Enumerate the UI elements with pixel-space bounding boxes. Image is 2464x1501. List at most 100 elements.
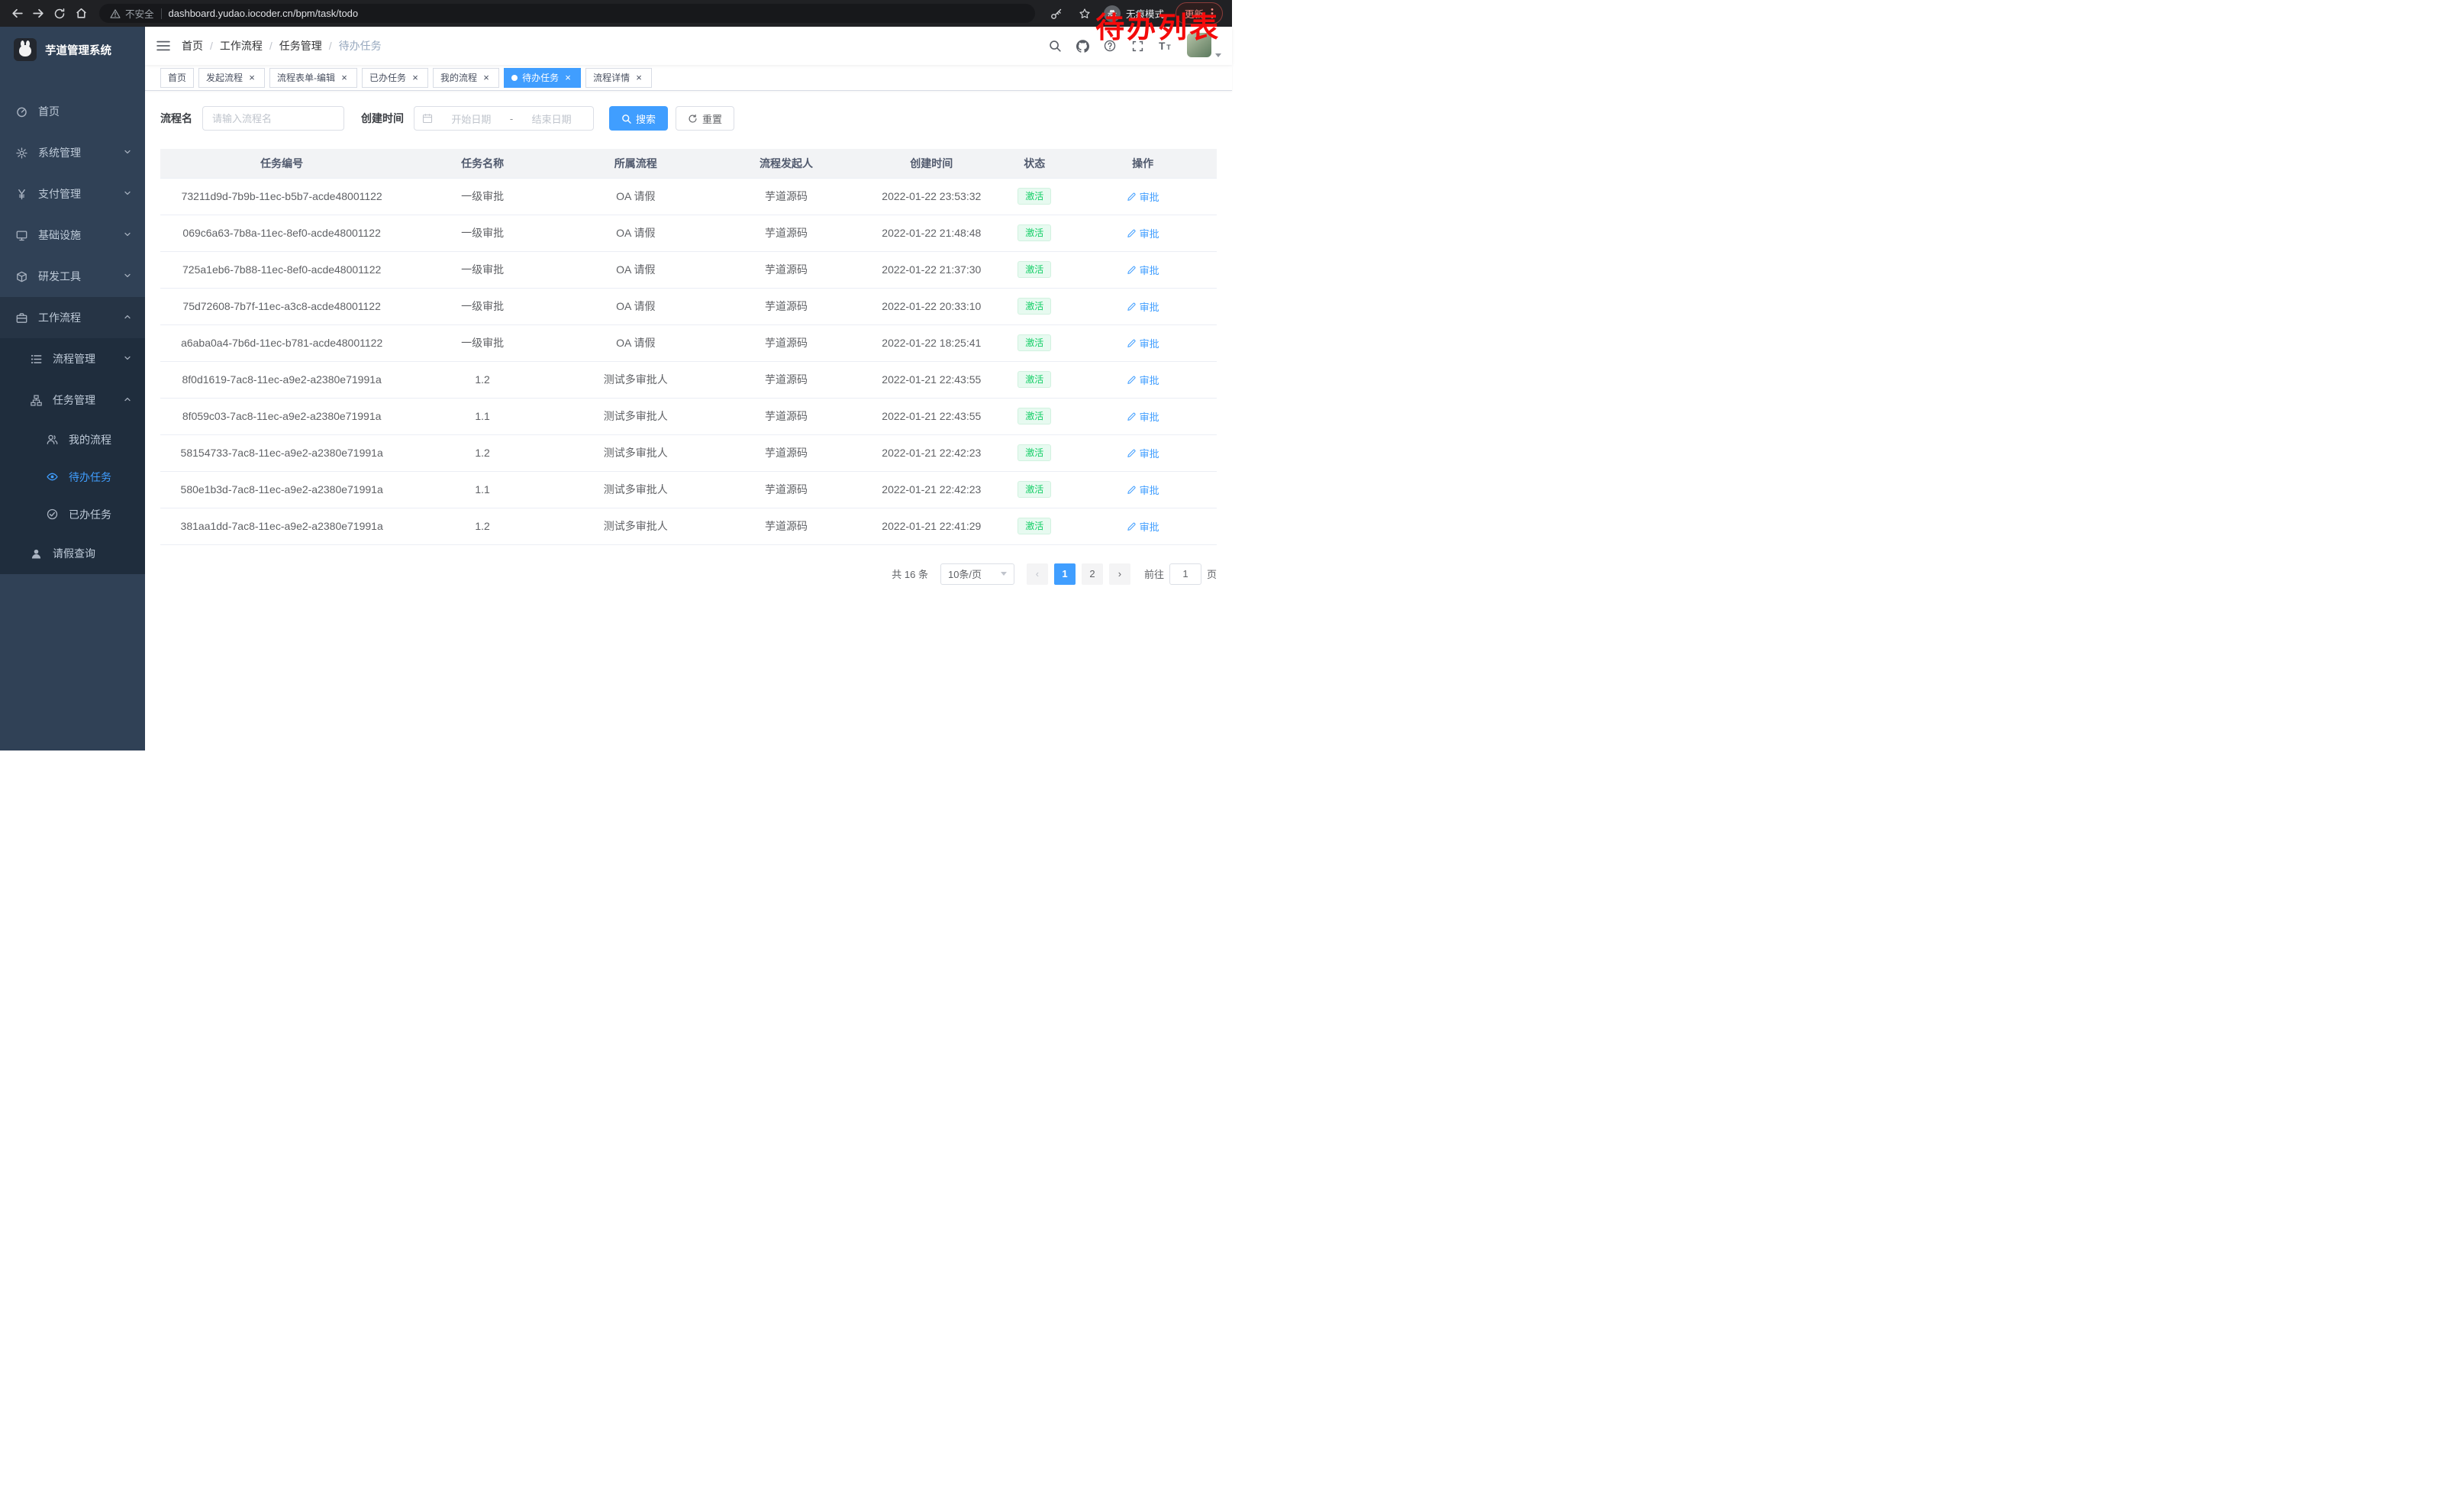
- main-area: 首页 / 工作流程 / 任务管理 / 待办任务 TT 首页发起流程×流程表: [145, 27, 1232, 750]
- status-badge: 激活: [1018, 371, 1051, 388]
- browser-back-button[interactable]: [6, 3, 27, 24]
- approve-link[interactable]: 审批: [1127, 263, 1159, 277]
- browser-reload-button[interactable]: [49, 3, 70, 24]
- col-actions: 操作: [1069, 149, 1217, 178]
- sidebar-item-todo-tasks[interactable]: 待办任务: [0, 458, 145, 495]
- chevron-up-icon: [123, 394, 132, 406]
- tab-my-process[interactable]: 我的流程 ×: [433, 68, 499, 88]
- goto-page-input[interactable]: [1169, 563, 1201, 585]
- approve-link[interactable]: 审批: [1127, 519, 1159, 534]
- breadcrumb-item-workflow[interactable]: 工作流程: [220, 38, 263, 53]
- sidebar-item-system[interactable]: 系统管理: [0, 132, 145, 173]
- sidebar-item-infrastructure[interactable]: 基础设施: [0, 215, 145, 256]
- breadcrumb-separator: /: [329, 40, 332, 52]
- approve-link[interactable]: 审批: [1127, 299, 1159, 314]
- sidebar-item-my-process[interactable]: 我的流程: [0, 421, 145, 458]
- cell-task-id: 8f059c03-7ac8-11ec-a9e2-a2380e71991a: [160, 398, 403, 434]
- col-starter: 流程发起人: [710, 149, 863, 178]
- tab-home[interactable]: 首页: [160, 68, 194, 88]
- approve-link[interactable]: 审批: [1127, 189, 1159, 204]
- search-icon[interactable]: [1042, 34, 1068, 58]
- next-page-button[interactable]: ›: [1109, 563, 1130, 585]
- approve-link[interactable]: 审批: [1127, 336, 1159, 350]
- cell-create-time: 2022-01-21 22:42:23: [863, 434, 1000, 471]
- sidebar-item-task-mgmt[interactable]: 任务管理: [0, 379, 145, 421]
- table-row: 75d72608-7b7f-11ec-a3c8-acde48001122一级审批…: [160, 288, 1217, 324]
- status-badge: 激活: [1018, 261, 1051, 278]
- table-row: 8f0d1619-7ac8-11ec-a9e2-a2380e71991a1.2测…: [160, 361, 1217, 398]
- approve-link[interactable]: 审批: [1127, 373, 1159, 387]
- cell-starter: 芋道源码: [710, 324, 863, 361]
- browser-chrome: 不安全 dashboard.yudao.iocoder.cn/bpm/task/…: [0, 0, 1232, 27]
- close-icon[interactable]: ×: [410, 73, 421, 83]
- sidebar-item-process-mgmt[interactable]: 流程管理: [0, 338, 145, 379]
- tab-process-detail[interactable]: 流程详情×: [585, 68, 652, 88]
- sidebar-item-home[interactable]: 首页: [0, 91, 145, 132]
- approve-link[interactable]: 审批: [1127, 226, 1159, 240]
- browser-forward-button[interactable]: [27, 3, 49, 24]
- search-button-label: 搜索: [636, 111, 656, 126]
- close-icon[interactable]: ×: [563, 73, 573, 83]
- cell-status: 激活: [1000, 471, 1069, 508]
- page-buttons: 12: [1054, 563, 1103, 585]
- breadcrumb-item-home[interactable]: 首页: [182, 38, 203, 53]
- reset-button[interactable]: 重置: [676, 106, 734, 131]
- create-time-range-picker[interactable]: 开始日期 - 结束日期: [414, 106, 594, 131]
- search-button[interactable]: 搜索: [609, 106, 668, 131]
- table-body: 73211d9d-7b9b-11ec-b5b7-acde48001122一级审批…: [160, 178, 1217, 544]
- cell-actions: 审批: [1069, 251, 1217, 288]
- address-bar[interactable]: 不安全 dashboard.yudao.iocoder.cn/bpm/task/…: [99, 4, 1035, 23]
- cell-actions: 审批: [1069, 178, 1217, 215]
- prev-page-button[interactable]: ‹: [1027, 563, 1048, 585]
- breadcrumb-separator: /: [210, 40, 213, 52]
- sidebar-item-dev-tools[interactable]: 研发工具: [0, 256, 145, 297]
- page-button-2[interactable]: 2: [1082, 563, 1103, 585]
- cell-process: OA 请假: [562, 251, 710, 288]
- bookmark-star-icon[interactable]: [1074, 3, 1095, 24]
- cell-status: 激活: [1000, 178, 1069, 215]
- tab-form-edit[interactable]: 流程表单-编辑×: [269, 68, 357, 88]
- cell-process: 测试多审批人: [562, 398, 710, 434]
- chevron-down-icon: [123, 229, 132, 241]
- tab-start-process[interactable]: 发起流程×: [198, 68, 265, 88]
- cell-starter: 芋道源码: [710, 288, 863, 324]
- close-icon[interactable]: ×: [247, 73, 257, 83]
- app-logo[interactable]: 芋道管理系统: [0, 27, 145, 73]
- cell-create-time: 2022-01-21 22:41:29: [863, 508, 1000, 544]
- browser-home-button[interactable]: [70, 3, 92, 24]
- app-frame: 芋道管理系统 首页系统管理支付管理基础设施研发工具工作流程流程管理任务管理我的流…: [0, 27, 1232, 750]
- table-row: 069c6a63-7b8a-11ec-8ef0-acde48001122一级审批…: [160, 215, 1217, 251]
- goto-label: 前往: [1144, 567, 1164, 581]
- github-icon[interactable]: [1069, 34, 1095, 58]
- edit-icon: [1127, 338, 1137, 348]
- sidebar-item-done-tasks[interactable]: 已办任务: [0, 495, 145, 533]
- approve-link[interactable]: 审批: [1127, 483, 1159, 497]
- breadcrumb-item-task-mgmt[interactable]: 任务管理: [279, 38, 322, 53]
- close-icon[interactable]: ×: [339, 73, 350, 83]
- close-icon[interactable]: ×: [481, 73, 492, 83]
- page-size-select[interactable]: 10条/页: [940, 563, 1014, 585]
- sidebar-item-payment[interactable]: 支付管理: [0, 173, 145, 215]
- password-key-icon[interactable]: [1046, 3, 1067, 24]
- cell-create-time: 2022-01-21 22:43:55: [863, 361, 1000, 398]
- search-icon: [621, 114, 631, 124]
- page-button-1[interactable]: 1: [1054, 563, 1076, 585]
- sidebar-item-leave-query[interactable]: 请假查询: [0, 533, 145, 574]
- tab-label: 我的流程: [440, 71, 477, 84]
- approve-link[interactable]: 审批: [1127, 409, 1159, 424]
- address-divider: [161, 8, 162, 19]
- process-name-input[interactable]: [202, 106, 344, 131]
- cell-create-time: 2022-01-21 22:43:55: [863, 398, 1000, 434]
- table-row: a6aba0a4-7b6d-11ec-b781-acde48001122一级审批…: [160, 324, 1217, 361]
- edit-icon: [1127, 448, 1137, 458]
- tab-todo-tasks[interactable]: 待办任务×: [504, 68, 581, 88]
- sidebar-item-workflow[interactable]: 工作流程: [0, 297, 145, 338]
- cell-task-id: 580e1b3d-7ac8-11ec-a9e2-a2380e71991a: [160, 471, 403, 508]
- cell-task-name: 1.1: [403, 471, 562, 508]
- sidebar-toggle-button[interactable]: [145, 27, 182, 65]
- approve-link[interactable]: 审批: [1127, 446, 1159, 460]
- status-badge: 激活: [1018, 224, 1051, 241]
- tab-done-tasks[interactable]: 已办任务×: [362, 68, 428, 88]
- chevron-down-icon: [123, 188, 132, 200]
- close-icon[interactable]: ×: [634, 73, 644, 83]
